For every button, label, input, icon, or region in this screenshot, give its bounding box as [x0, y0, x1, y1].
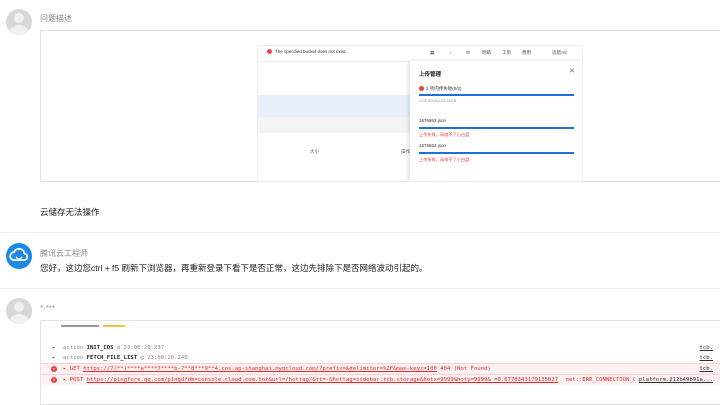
progress-bar — [419, 152, 574, 154]
expand-arrow-icon: ▸ — [52, 345, 56, 351]
close-icon: ✕ — [569, 68, 575, 75]
divider — [0, 232, 720, 233]
author-name[interactable]: 腾讯云工程师 — [40, 248, 88, 259]
column-label: 大小 — [310, 149, 319, 154]
file-error: 上传失败，网络不了小白盘 — [419, 132, 470, 137]
nav-item: 思腊AC — [552, 50, 568, 55]
nav-item: 明箱 — [482, 50, 491, 55]
file-name: 1676863.json — [419, 143, 447, 148]
console-line: ▸ action INIT_COS @ 23:00:20.237 tcb. — [52, 343, 713, 353]
console-header-bar — [103, 325, 125, 327]
embedded-screenshot: The specified bucket does not exist. ▦ ◔… — [257, 45, 583, 182]
nav-item: 费用 — [522, 50, 531, 55]
file-error: 上传失败，网络不了小白盘 — [419, 157, 470, 162]
expand-arrow-icon: ▸ — [52, 355, 56, 361]
upload-status: 2 项内传失败(0/2) — [419, 86, 462, 92]
clock-icon: ◔ — [449, 50, 452, 55]
console-error-line: ✕ ▸ POST https://pingfore.qq.com/pingd?d… — [41, 374, 720, 385]
source-link[interactable]: tcb. — [700, 353, 713, 363]
avatar[interactable] — [6, 9, 32, 35]
progress-bar — [419, 127, 574, 129]
error-icon: ✕ — [51, 377, 57, 383]
grid-icon: ▦ — [430, 50, 435, 55]
table-row-selected — [258, 95, 412, 117]
drawer-title: 上传管理 — [419, 72, 442, 78]
column-label: 操作 — [401, 149, 410, 154]
console-topbar: The specified bucket does not exist. ▦ ◔… — [258, 46, 582, 62]
source-link[interactable]: platform.212b49b91a... — [634, 375, 713, 385]
error-icon: ✕ — [51, 366, 57, 372]
nav-item: 工单 — [502, 50, 511, 55]
progress-bar — [419, 94, 574, 96]
table-row — [258, 117, 412, 133]
upload-size: 1/28.50KB/128.50KB — [419, 98, 457, 103]
post-comment: 云储存无法操作 — [40, 207, 100, 217]
console-screenshot[interactable]: ▸ action INIT_COS @ 23:00:20.237 tcb. ▸ … — [40, 320, 720, 405]
error-toast: The specified bucket does not exist. — [267, 49, 347, 55]
author-name[interactable]: *·*** — [40, 304, 55, 313]
console-line: ▸ action FETCH_FILE_LIST @ 23:00:20.240 … — [52, 353, 713, 363]
upload-manager-drawer: 上传管理 ✕ 2 项内传失败(0/2) 1/28.50KB/128.50KB 1… — [410, 61, 582, 181]
console-header-bar — [61, 325, 99, 327]
error-icon — [267, 49, 272, 55]
bell-icon: ⊟ — [466, 50, 470, 55]
avatar[interactable] — [6, 298, 32, 324]
post-label: 问题描述 — [40, 14, 72, 23]
file-name: 1676863.json — [419, 118, 447, 123]
source-link[interactable]: tcb. — [700, 343, 713, 353]
error-icon — [419, 86, 424, 92]
avatar[interactable] — [6, 243, 32, 269]
console-error-line: ✕ ▸ GET https://7(**)****a****7****b-7**… — [41, 363, 720, 374]
cloud-icon — [9, 247, 29, 262]
divider — [0, 288, 720, 289]
reply-text: 您好，这边您ctrl + f5 刷新下浏览器，再重新登录下看下是否正常，这边先排… — [40, 263, 428, 273]
source-link[interactable]: tcb. — [700, 364, 713, 374]
